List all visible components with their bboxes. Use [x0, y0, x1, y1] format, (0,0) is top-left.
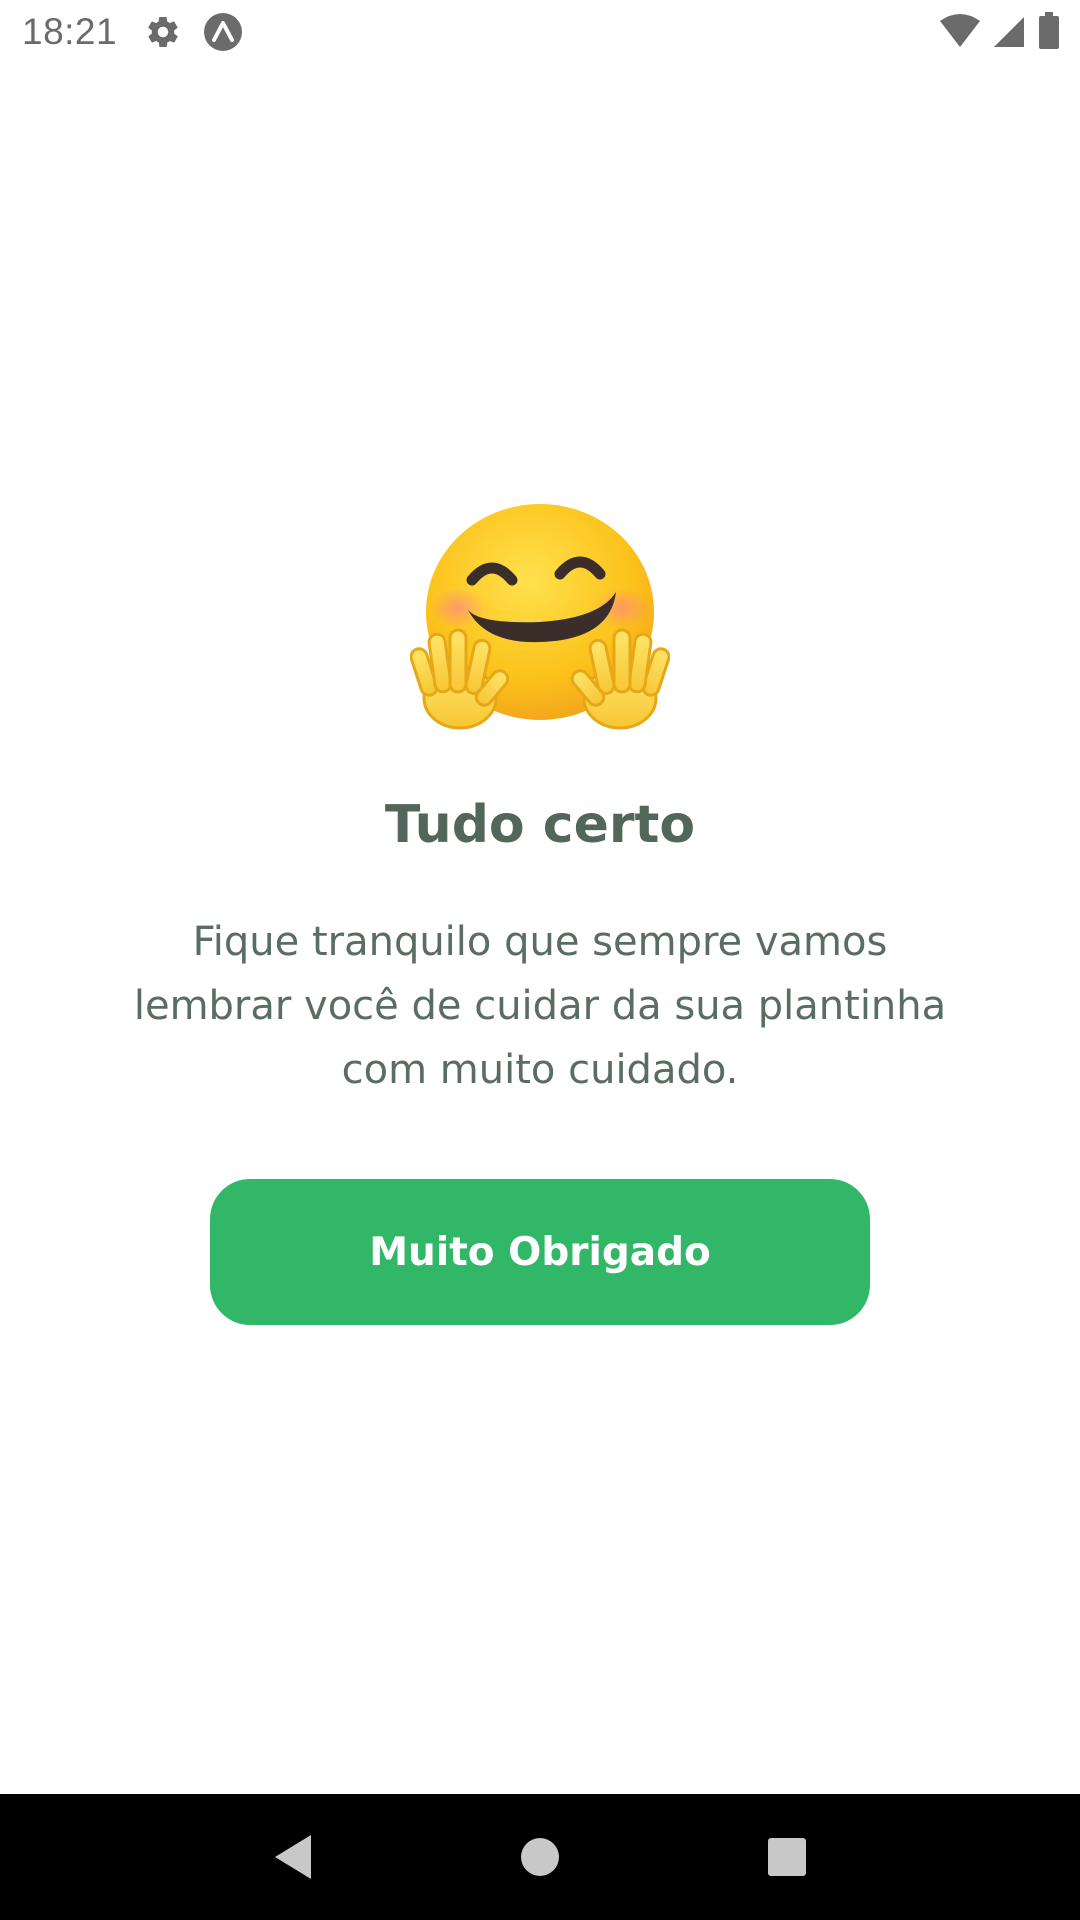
- nav-home-button[interactable]: [505, 1822, 575, 1892]
- navigation-bar: [0, 1794, 1080, 1920]
- page-subtitle: Fique tranquilo que sempre vamos lembrar…: [133, 919, 947, 1093]
- confirmation-content: Tudo certo Fique tranquilo que sempre va…: [0, 0, 1080, 1794]
- nav-back-button[interactable]: [258, 1822, 328, 1892]
- thank-you-button[interactable]: Muito Obrigado: [210, 1179, 870, 1325]
- recents-icon: [767, 1838, 806, 1876]
- home-icon: [520, 1838, 559, 1876]
- nav-recents-button[interactable]: [752, 1822, 822, 1892]
- screen: 18:21 Tudo certo Fique tranquilo que sem…: [0, 0, 1080, 1920]
- page-title: Tudo certo: [384, 795, 696, 855]
- back-icon: [275, 1835, 312, 1879]
- hugging-face-emoji-icon: [409, 500, 671, 730]
